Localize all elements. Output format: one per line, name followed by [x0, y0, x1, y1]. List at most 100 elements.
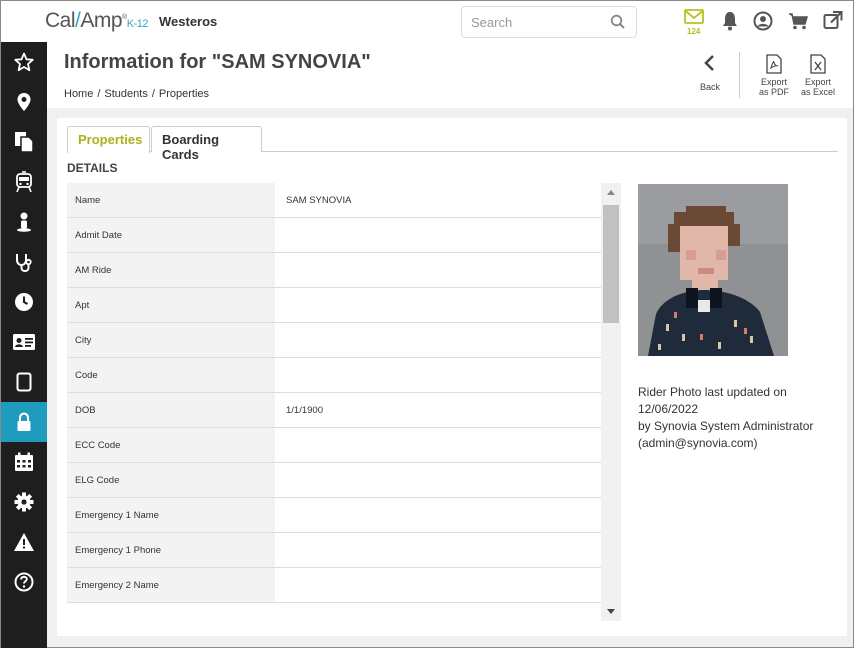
- sidebar-item-devices[interactable]: [1, 362, 47, 402]
- mail-icon[interactable]: [684, 9, 704, 25]
- property-value: [275, 498, 601, 532]
- stethoscope-icon: [16, 254, 32, 272]
- help-icon: [14, 572, 34, 592]
- property-key: ECC Code: [67, 428, 275, 462]
- tab-bar: Properties Boarding Cards: [67, 126, 838, 162]
- external-link-icon[interactable]: [823, 11, 843, 30]
- sidebar-item-students[interactable]: [1, 202, 47, 242]
- property-key: Apt: [67, 288, 275, 322]
- properties-table: Name SAM SYNOVIA Admit Date AM Ride Apt City C…: [67, 183, 601, 603]
- warning-icon: [14, 533, 34, 551]
- property-value: 1/1/1900: [286, 405, 323, 416]
- map-pin-icon: [17, 93, 31, 111]
- photo-updated-email: (admin@synovia.com): [638, 436, 758, 450]
- bell-icon[interactable]: [722, 11, 738, 31]
- back-button[interactable]: Back: [695, 54, 725, 92]
- table-row: Name SAM SYNOVIA: [67, 183, 601, 218]
- back-label: Back: [699, 82, 720, 92]
- table-row: AM Ride: [67, 253, 601, 288]
- export-pdf-label-2: as PDF: [758, 87, 789, 97]
- property-key: Code: [67, 358, 275, 392]
- sidebar-item-transportation[interactable]: [1, 162, 47, 202]
- sidebar-item-health[interactable]: [1, 242, 47, 282]
- sidebar-item-id-cards[interactable]: [1, 322, 47, 362]
- search-icon[interactable]: [610, 14, 626, 30]
- breadcrumb-students[interactable]: Students: [104, 88, 147, 100]
- table-row: ECC Code: [67, 428, 601, 463]
- search-box[interactable]: [461, 6, 637, 38]
- scroll-down-arrow-icon[interactable]: [601, 604, 621, 618]
- property-value: [275, 218, 601, 252]
- site-name[interactable]: Westeros: [159, 14, 217, 29]
- search-input[interactable]: [471, 15, 601, 30]
- property-value: [275, 253, 601, 287]
- table-row: City: [67, 323, 601, 358]
- property-key: Admit Date: [67, 218, 275, 252]
- property-value: [275, 568, 601, 602]
- page-title: Information for "SAM SYNOVIA": [64, 51, 371, 73]
- calendar-icon: [15, 452, 33, 471]
- sidebar-item-settings[interactable]: [1, 482, 47, 522]
- sidebar-item-calendar[interactable]: [1, 442, 47, 482]
- user-icon[interactable]: [753, 11, 773, 31]
- property-key: Emergency 1 Phone: [67, 533, 275, 567]
- property-key: DOB: [67, 393, 275, 427]
- breadcrumb-home[interactable]: Home: [64, 88, 93, 100]
- table-row: Code: [67, 358, 601, 393]
- clock-icon: [15, 293, 33, 311]
- property-key: Emergency 1 Name: [67, 498, 275, 532]
- breadcrumb-separator: /: [151, 88, 155, 100]
- property-key: AM Ride: [67, 253, 275, 287]
- table-scrollbar[interactable]: [601, 183, 621, 621]
- pdf-file-icon: [766, 54, 782, 74]
- property-value: [275, 533, 601, 567]
- export-pdf-button[interactable]: Export as PDF: [753, 54, 795, 97]
- logo-k12: K-12: [126, 18, 149, 30]
- property-key: Emergency 2 Name: [67, 568, 275, 602]
- chevron-left-icon: [704, 55, 714, 71]
- content-panel: Properties Boarding Cards DETAILS Name SA…: [57, 118, 847, 636]
- sidebar-item-security[interactable]: [1, 402, 47, 442]
- tab-properties[interactable]: Properties: [67, 126, 150, 153]
- page-header: Information for "SAM SYNOVIA" Home / Stude…: [47, 42, 853, 108]
- photo-updated-date: Rider Photo last updated on 12/06/2022: [638, 385, 787, 416]
- table-row: ELG Code: [67, 463, 601, 498]
- property-value: [275, 428, 601, 462]
- tablet-icon: [16, 372, 32, 392]
- cart-icon[interactable]: [788, 12, 808, 30]
- breadcrumb-properties: Properties: [158, 88, 210, 100]
- property-key: City: [67, 323, 275, 357]
- export-excel-label-2: as Excel: [800, 87, 835, 97]
- sidebar-item-help[interactable]: [1, 562, 47, 602]
- breadcrumb-separator: /: [97, 88, 101, 100]
- logo-amp-text: Amp: [80, 9, 123, 32]
- property-value: [275, 288, 601, 322]
- lock-icon: [17, 412, 31, 431]
- sidebar-item-favorites[interactable]: [1, 42, 47, 82]
- person-icon: [17, 212, 31, 232]
- scrollbar-thumb[interactable]: [603, 205, 619, 323]
- sidebar: [1, 42, 47, 648]
- documents-icon: [15, 132, 34, 153]
- tab-boarding-cards[interactable]: Boarding Cards: [151, 126, 262, 162]
- property-key: ELG Code: [67, 463, 275, 497]
- table-row: Emergency 2 Name: [67, 568, 601, 603]
- bus-icon: [16, 171, 32, 193]
- header-divider: [739, 52, 740, 98]
- export-excel-button[interactable]: Export as Excel: [797, 54, 839, 97]
- export-pdf-label: Export: [760, 77, 787, 87]
- sidebar-item-map[interactable]: [1, 82, 47, 122]
- property-value: SAM SYNOVIA: [286, 195, 352, 206]
- property-value: [275, 463, 601, 497]
- sidebar-item-alerts[interactable]: [1, 522, 47, 562]
- scroll-up-arrow-icon[interactable]: [601, 186, 621, 200]
- table-row: DOB 1/1/1900: [67, 393, 601, 428]
- breadcrumb: Home / Students / Properties: [64, 88, 209, 100]
- sidebar-item-documents[interactable]: [1, 122, 47, 162]
- star-icon: [14, 52, 34, 72]
- calamp-logo[interactable]: Cal/Amp®K-12: [45, 9, 148, 33]
- sidebar-item-history[interactable]: [1, 282, 47, 322]
- excel-file-icon: [810, 54, 826, 74]
- table-row: Emergency 1 Phone: [67, 533, 601, 568]
- id-card-icon: [13, 334, 35, 350]
